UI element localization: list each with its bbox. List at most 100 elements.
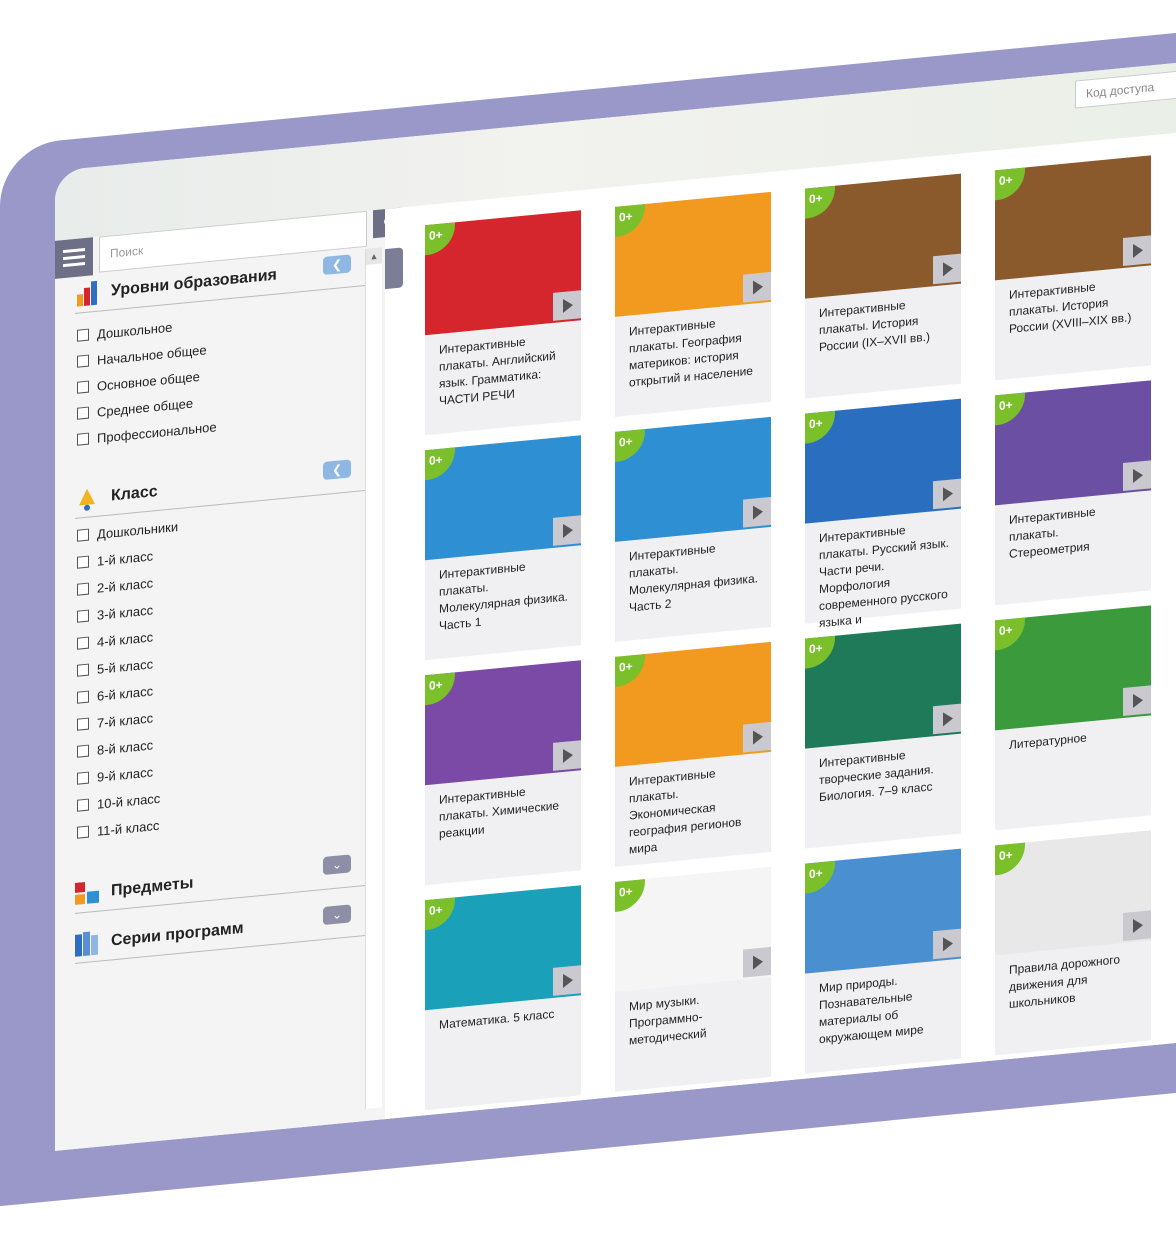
checkbox-box[interactable] — [77, 744, 89, 758]
checkbox-box[interactable] — [77, 798, 89, 812]
checkbox-levels-1[interactable]: Начальное общее — [77, 342, 207, 369]
play-icon[interactable] — [933, 253, 961, 285]
filter-toggle-icon[interactable] — [385, 247, 403, 290]
program-card[interactable]: 0+ Интерактивные плакаты. Молекулярная фи… — [615, 416, 771, 642]
scroll-up-icon[interactable]: ▲ — [366, 247, 382, 265]
checkbox-classes-8[interactable]: 8-й класс — [77, 737, 153, 759]
checkbox-box[interactable] — [77, 609, 89, 623]
play-icon[interactable] — [1123, 235, 1151, 267]
program-title[interactable]: Интерактивные плакаты. История России (I… — [819, 293, 949, 357]
sidebar-scrollbar[interactable]: ▲ — [365, 247, 382, 1110]
program-card[interactable]: 0+ Интерактивные плакаты. Стереометрия — [995, 380, 1151, 606]
checkbox-levels-4[interactable]: Профессиональное — [77, 419, 217, 447]
play-icon[interactable] — [553, 515, 581, 546]
program-card[interactable]: 0+ Интерактивные плакаты. Молекулярная фи… — [425, 435, 581, 661]
checkbox-classes-6[interactable]: 6-й класс — [77, 683, 153, 705]
program-thumbnail[interactable]: 0+ — [615, 866, 771, 992]
checkbox-classes-11[interactable]: 11-й класс — [77, 818, 159, 841]
expand-series-icon[interactable]: ⌄ — [323, 904, 351, 926]
checkbox-box[interactable] — [77, 690, 89, 704]
program-title[interactable]: Интерактивные плакаты. Русский язык. Час… — [819, 518, 949, 633]
play-icon[interactable] — [743, 946, 771, 978]
program-title[interactable]: Математика. 5 класс — [439, 1004, 569, 1034]
checkbox-box[interactable] — [77, 406, 89, 420]
program-thumbnail[interactable]: 0+ — [805, 623, 961, 749]
checkbox-classes-10[interactable]: 10-й класс — [77, 791, 160, 814]
play-icon[interactable] — [933, 928, 961, 960]
program-card[interactable]: 0+ Интерактивные плакаты. Русский язык. Ч… — [805, 398, 961, 630]
play-icon[interactable] — [553, 740, 581, 771]
program-title[interactable]: Мир природы. Познавательные материалы об… — [819, 968, 949, 1049]
play-icon[interactable] — [743, 496, 771, 528]
program-thumbnail[interactable]: 0+ — [425, 885, 581, 1011]
checkbox-classes-7[interactable]: 7-й класс — [77, 710, 153, 732]
play-icon[interactable] — [743, 271, 771, 303]
program-title[interactable]: Интерактивные творческие задания. Биолог… — [819, 743, 949, 807]
checkbox-classes-2[interactable]: 2-й класс — [77, 575, 153, 597]
program-thumbnail[interactable]: 0+ — [995, 380, 1151, 506]
checkbox-box[interactable] — [77, 555, 89, 569]
program-thumbnail[interactable]: 0+ — [995, 605, 1151, 731]
checkbox-classes-0[interactable]: Дошкольники — [77, 519, 178, 544]
program-card[interactable]: 0+ Интерактивные плакаты. История России … — [995, 155, 1151, 381]
checkbox-classes-1[interactable]: 1-й класс — [77, 548, 153, 570]
checkbox-box[interactable] — [77, 717, 89, 731]
program-title[interactable]: Литературное — [1009, 724, 1139, 754]
checkbox-classes-9[interactable]: 9-й класс — [77, 764, 153, 786]
program-card[interactable]: 0+ Мир природы. Познавательные материалы … — [805, 848, 961, 1074]
section-classes-header[interactable]: Класс ❮ — [75, 456, 365, 519]
checkbox-levels-3[interactable]: Среднее общее — [77, 396, 193, 422]
checkbox-box[interactable] — [77, 825, 89, 839]
play-icon[interactable] — [933, 478, 961, 510]
play-icon[interactable] — [743, 721, 771, 753]
checkbox-box[interactable] — [77, 354, 89, 368]
play-icon[interactable] — [933, 703, 961, 735]
program-title[interactable]: Мир музыки. Программно-методический — [629, 986, 759, 1050]
checkbox-box[interactable] — [77, 636, 89, 650]
expand-subjects-icon[interactable]: ⌄ — [323, 854, 351, 876]
program-title[interactable]: Интерактивные плакаты. Молекулярная физи… — [439, 554, 569, 635]
program-thumbnail[interactable]: 0+ — [805, 173, 961, 299]
checkbox-box[interactable] — [77, 663, 89, 677]
program-thumbnail[interactable]: 0+ — [805, 848, 961, 974]
program-thumbnail[interactable]: 0+ — [615, 416, 771, 542]
program-thumbnail[interactable]: 0+ — [615, 641, 771, 767]
checkbox-classes-5[interactable]: 5-й класс — [77, 656, 153, 678]
program-card[interactable]: 0+ Интерактивные творческие задания. Биол… — [805, 623, 961, 849]
program-title[interactable]: Интерактивные плакаты. Молекулярная физи… — [629, 536, 759, 617]
program-title[interactable]: Интерактивные плакаты. Английский язык. … — [439, 329, 569, 410]
program-card[interactable]: 0+ Интерактивные плакаты. Химические реак… — [425, 660, 581, 886]
checkbox-box[interactable] — [77, 582, 89, 596]
checkbox-levels-0[interactable]: Дошкольное — [77, 320, 172, 344]
program-card[interactable]: 0+ Мир музыки. Программно-методический — [615, 866, 771, 1092]
program-thumbnail[interactable]: 0+ — [425, 660, 581, 786]
program-title[interactable]: Интерактивные плакаты. География материк… — [629, 311, 759, 392]
program-thumbnail[interactable]: 0+ — [995, 155, 1151, 281]
program-card[interactable]: 0+ Правила дорожного движения для школьни… — [995, 830, 1151, 1056]
menu-icon[interactable] — [55, 237, 93, 279]
collapse-classes-icon[interactable]: ❮ — [323, 459, 351, 481]
play-icon[interactable] — [1123, 685, 1151, 717]
section-series-header[interactable]: Серии программ ⌄ — [75, 901, 365, 964]
checkbox-classes-3[interactable]: 3-й класс — [77, 602, 153, 624]
program-title[interactable]: Правила дорожного движения для школьнико… — [1009, 949, 1139, 1013]
checkbox-box[interactable] — [77, 528, 89, 542]
program-card[interactable]: 0+ Литературное — [995, 605, 1151, 831]
play-icon[interactable] — [1123, 910, 1151, 942]
program-card[interactable]: 0+ Интерактивные плакаты. Экономическая г… — [615, 641, 771, 867]
program-thumbnail[interactable]: 0+ — [425, 210, 581, 336]
checkbox-box[interactable] — [77, 432, 89, 446]
checkbox-levels-2[interactable]: Основное общее — [77, 369, 200, 396]
play-icon[interactable] — [1123, 460, 1151, 492]
program-card[interactable]: 0+ Интерактивные плакаты. Английский язык… — [425, 210, 581, 436]
play-icon[interactable] — [553, 290, 581, 321]
checkbox-box[interactable] — [77, 380, 89, 394]
program-card[interactable]: 0+ Математика. 5 класс — [425, 885, 581, 1111]
program-card[interactable]: 0+ Интерактивные плакаты. География матер… — [615, 191, 771, 417]
collapse-levels-icon[interactable]: ❮ — [323, 254, 351, 276]
program-thumbnail[interactable]: 0+ — [425, 435, 581, 561]
program-title[interactable]: Интерактивные плакаты. Химические реакци… — [439, 779, 569, 843]
program-thumbnail[interactable]: 0+ — [805, 398, 961, 524]
program-title[interactable]: Интерактивные плакаты. История России (X… — [1009, 274, 1139, 338]
play-icon[interactable] — [553, 965, 581, 996]
